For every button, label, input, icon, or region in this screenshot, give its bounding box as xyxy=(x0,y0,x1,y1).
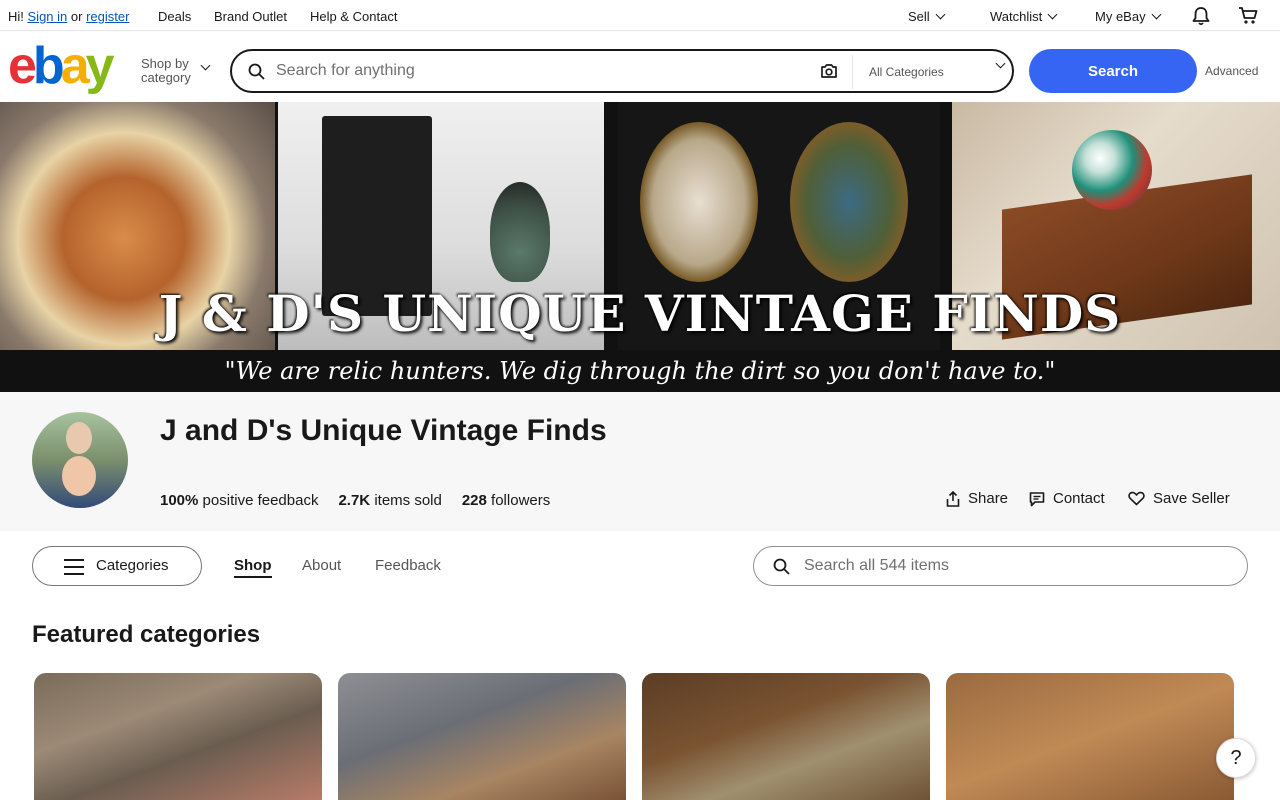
advanced-search-link[interactable]: Advanced xyxy=(1205,64,1258,78)
featured-categories-title: Featured categories xyxy=(32,621,261,648)
categories-label: Categories xyxy=(96,557,169,574)
followers-label: followers xyxy=(491,492,551,509)
store-avatar xyxy=(32,412,128,508)
store-search-input[interactable]: Search all 544 items xyxy=(804,557,949,575)
or-text: or xyxy=(70,9,83,24)
featured-category-card[interactable] xyxy=(642,673,930,800)
search-divider xyxy=(852,55,853,89)
save-seller-label: Save Seller xyxy=(1153,490,1230,507)
my-ebay-label: My eBay xyxy=(1095,9,1146,24)
banner-title: J & D'S UNIQUE VINTAGE FINDS xyxy=(158,284,1122,343)
share-icon xyxy=(946,490,960,507)
brand-outlet-link[interactable]: Brand Outlet xyxy=(214,9,287,24)
greeting-text: Hi! xyxy=(8,9,24,24)
watchlist-label: Watchlist xyxy=(990,9,1043,24)
heart-icon xyxy=(1128,491,1145,506)
featured-category-card[interactable] xyxy=(34,673,322,800)
followers-value: 228 xyxy=(461,492,487,509)
logo-letter-e: e xyxy=(8,37,37,95)
avatar-person-front xyxy=(62,456,96,496)
chevron-down-icon xyxy=(935,9,946,20)
deals-link[interactable]: Deals xyxy=(158,9,191,24)
sell-label: Sell xyxy=(908,9,930,24)
chevron-down-icon xyxy=(995,58,1006,69)
sold-label: items sold xyxy=(374,492,442,509)
search-input[interactable]: Search for anything xyxy=(276,62,415,80)
followers-stat: 228 followers xyxy=(462,492,550,509)
my-ebay-menu[interactable]: My eBay xyxy=(1095,9,1162,24)
search-bar[interactable]: Search for anything All Categories xyxy=(230,49,1014,93)
share-button[interactable]: Share xyxy=(946,490,1008,507)
chevron-down-icon xyxy=(200,60,211,71)
watchlist-menu[interactable]: Watchlist xyxy=(990,9,1058,24)
search-icon xyxy=(773,558,790,575)
feedback-stat: 100% positive feedback xyxy=(160,492,318,509)
search-button[interactable]: Search xyxy=(1029,49,1197,93)
tab-about[interactable]: About xyxy=(302,557,341,574)
categories-button[interactable]: Categories xyxy=(32,546,202,586)
search-icon xyxy=(248,63,265,80)
help-button[interactable]: ? xyxy=(1216,738,1256,778)
contact-label: Contact xyxy=(1053,490,1105,507)
main-header: ebay Shop by category Search for anythin… xyxy=(0,31,1280,102)
help-contact-link[interactable]: Help & Contact xyxy=(310,9,397,24)
ebay-logo[interactable]: ebay xyxy=(8,37,115,95)
banner-photo-frame-right xyxy=(790,122,908,282)
category-label: category xyxy=(141,70,191,85)
banner-photo-frame-left xyxy=(640,122,758,282)
chevron-down-icon xyxy=(1047,9,1058,20)
category-select[interactable]: All Categories xyxy=(869,65,944,79)
store-banner: J & D'S UNIQUE VINTAGE FINDS "We are rel… xyxy=(0,102,1280,392)
store-stats: 100% positive feedback 2.7K items sold 2… xyxy=(160,492,550,509)
featured-category-card[interactable] xyxy=(338,673,626,800)
store-info: J and D's Unique Vintage Finds 100% posi… xyxy=(0,392,1280,531)
save-seller-button[interactable]: Save Seller xyxy=(1128,490,1230,507)
sold-value: 2.7K xyxy=(338,492,371,509)
shop-by-category-button[interactable]: Shop by category xyxy=(141,57,191,85)
contact-button[interactable]: Contact xyxy=(1029,490,1105,507)
share-label: Share xyxy=(968,490,1009,507)
banner-photo-marble-ball xyxy=(1072,130,1152,210)
greeting: Hi! Sign in or register xyxy=(8,9,129,24)
tab-shop[interactable]: Shop xyxy=(234,557,272,578)
featured-category-card[interactable] xyxy=(946,673,1234,800)
hamburger-icon xyxy=(64,559,84,575)
logo-letter-a: a xyxy=(60,37,90,95)
top-utility-bar: Hi! Sign in or register Deals Brand Outl… xyxy=(0,0,1280,31)
sign-in-link[interactable]: Sign in xyxy=(28,9,68,24)
avatar-person-back xyxy=(66,422,92,454)
sold-stat: 2.7K items sold xyxy=(338,492,441,509)
banner-tagline: "We are relic hunters. We dig through th… xyxy=(0,350,1280,392)
bell-icon[interactable] xyxy=(1192,6,1210,26)
feedback-label: positive feedback xyxy=(202,492,319,509)
chevron-down-icon xyxy=(1151,9,1162,20)
camera-icon[interactable] xyxy=(820,63,838,79)
shop-by-label: Shop by xyxy=(141,56,189,71)
sell-menu[interactable]: Sell xyxy=(908,9,946,24)
logo-letter-b: b xyxy=(32,37,65,95)
chat-icon xyxy=(1029,491,1045,506)
feedback-value: 100% xyxy=(160,492,199,509)
store-name: J and D's Unique Vintage Finds xyxy=(160,414,607,447)
tab-feedback[interactable]: Feedback xyxy=(375,557,441,574)
banner-photo-bottle xyxy=(490,182,550,282)
cart-icon[interactable] xyxy=(1238,6,1258,25)
store-search-bar[interactable]: Search all 544 items xyxy=(753,546,1248,586)
register-link[interactable]: register xyxy=(86,9,129,24)
logo-letter-y: y xyxy=(85,37,115,95)
store-nav: Categories Shop About Feedback Search al… xyxy=(0,531,1280,601)
